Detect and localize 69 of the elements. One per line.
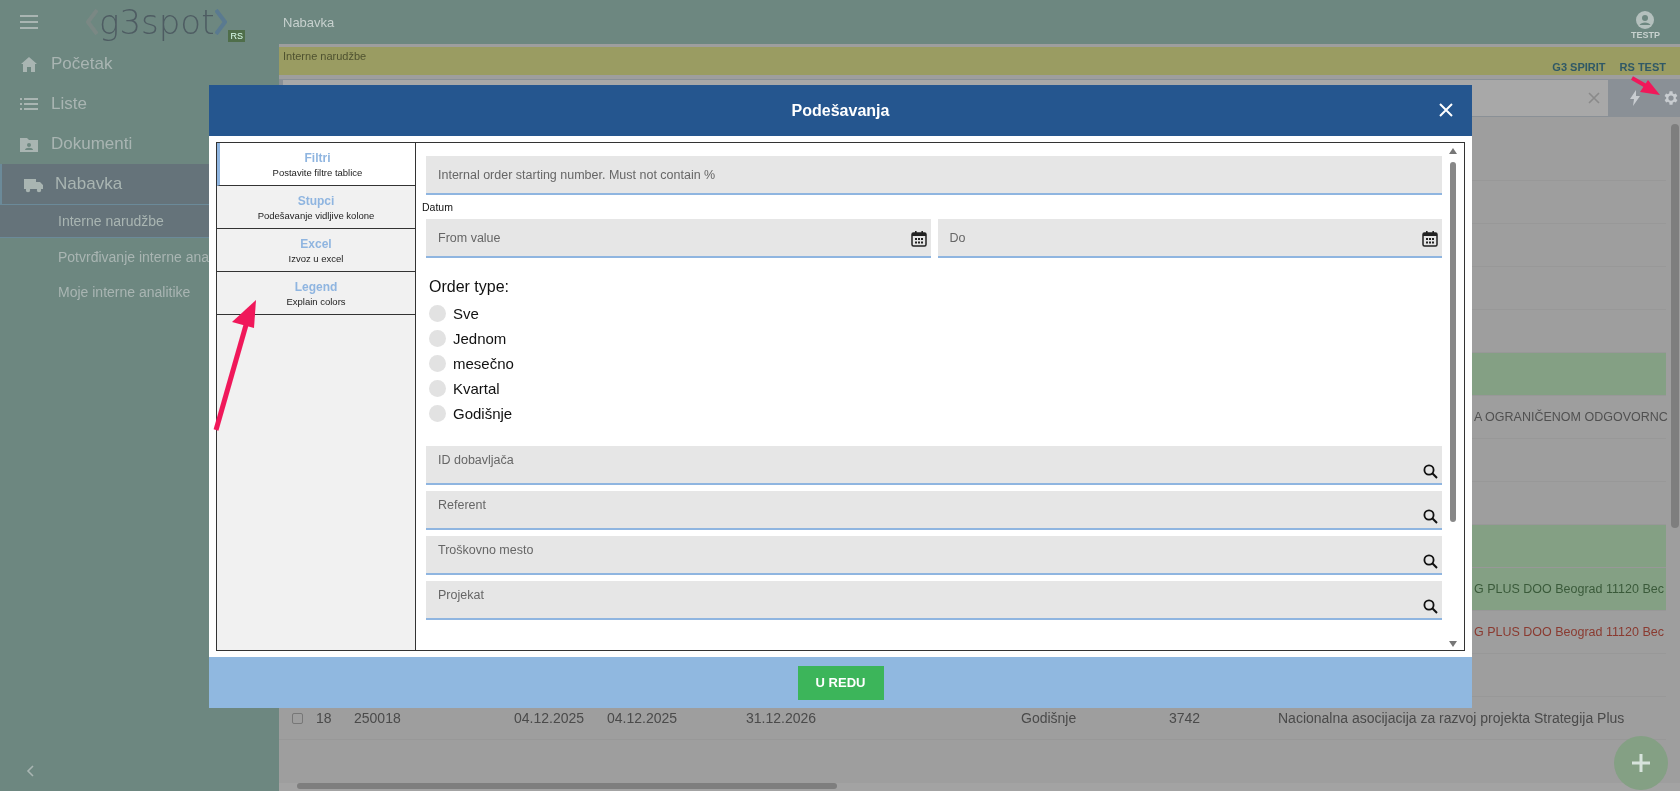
radio-label: Godišnje (453, 405, 513, 422)
date-field[interactable]: From value (426, 219, 931, 258)
tab[interactable]: Excel Izvoz u excel (217, 229, 415, 272)
user-name: TESTP (1631, 29, 1660, 40)
radio-button[interactable] (429, 405, 446, 422)
close-icon (1439, 103, 1453, 117)
clear-icon[interactable] (1588, 92, 1600, 104)
row-checkbox[interactable] (292, 712, 303, 724)
table-cell-text: 04.12.2025 (607, 710, 679, 726)
calendar-icon[interactable] (910, 231, 927, 247)
input-field[interactable]: Internal order starting number. Must not contain % (426, 156, 1442, 195)
home-icon (20, 55, 39, 73)
radio-label: Kvartal (453, 380, 500, 397)
radio-button[interactable] (429, 355, 446, 372)
chevron-left-icon[interactable] (26, 765, 34, 777)
radio-button[interactable] (429, 330, 446, 347)
sidebar-item[interactable]: Liste (0, 84, 279, 124)
table-cell-text: 18 (316, 710, 333, 726)
table-cell: G PLUS DOO Beograd 11120 Bec (1474, 625, 1664, 639)
menu-icon[interactable] (20, 15, 38, 29)
search-icon[interactable] (1423, 554, 1438, 569)
tab[interactable]: Filtri Postavite filtre tablice (217, 143, 415, 186)
scrollbar-thumb[interactable] (297, 783, 837, 789)
scrollbar-thumb[interactable] (1671, 124, 1679, 528)
table-cell: G PLUS DOO Beograd 11120 Bec (1474, 582, 1664, 596)
calendar-icon[interactable] (1422, 231, 1438, 247)
company-name: RS TEST (1619, 61, 1666, 73)
settings-icon[interactable] (1662, 89, 1680, 107)
group-label: Order type: (429, 278, 510, 296)
scrollbar-thumb[interactable] (1450, 162, 1456, 522)
tab[interactable]: Stupci Podešavanje vidljive kolone (217, 186, 415, 229)
search-icon[interactable] (1423, 464, 1438, 479)
search-field[interactable]: Projekat (426, 581, 1442, 620)
dialog-title: Podešavanja (791, 101, 890, 120)
table-cell-text: Godišnje (1021, 710, 1078, 726)
table-cell-text: 3742 (1169, 710, 1202, 726)
close-button[interactable] (1438, 102, 1454, 118)
field-label: Datum (422, 201, 453, 213)
list-icon (20, 95, 39, 113)
radio-button[interactable] (429, 305, 446, 322)
logo-badge: RS (228, 30, 245, 42)
search-field[interactable]: Troškovno mesto (426, 536, 1442, 575)
date-field[interactable]: Do (937, 219, 1442, 258)
radio-button[interactable] (429, 380, 446, 397)
scroll-down-icon[interactable] (1449, 641, 1457, 647)
folder-person-icon (20, 135, 39, 153)
chevron-right-icon (215, 9, 228, 35)
table-cell-text: 04.12.2025 (514, 710, 586, 726)
table-cell: Nacionalna asocijacija za razvoj projekta Strategija Plus (1278, 710, 1625, 726)
sidebar-item[interactable]: Početak (0, 44, 279, 84)
lightning-icon[interactable] (1630, 90, 1640, 106)
table-cell-text: 31.12.2026 (746, 710, 818, 726)
company-name: G3 SPIRIT (1552, 61, 1606, 73)
plus-icon (1631, 753, 1651, 773)
search-field[interactable]: ID dobavljača (426, 446, 1442, 485)
context-label: Interne narudžbe (283, 50, 367, 64)
page-title: Nabavka (283, 14, 335, 30)
radio-label: mesečno (453, 355, 514, 372)
radio-label: Sve (453, 305, 479, 322)
arrow-annotation (1631, 76, 1660, 95)
ok-button[interactable]: U REDU (797, 665, 884, 700)
table-cell: A OGRANIČENOM ODGOVORNC (1474, 410, 1668, 424)
search-icon[interactable] (1423, 599, 1438, 614)
search-field[interactable]: Referent (426, 491, 1442, 530)
scroll-up-icon[interactable] (1449, 148, 1457, 154)
search-icon[interactable] (1423, 509, 1438, 524)
user-icon[interactable] (1636, 10, 1655, 29)
table-cell-text: 250018 (354, 710, 402, 726)
radio-label: Jednom (453, 330, 507, 347)
